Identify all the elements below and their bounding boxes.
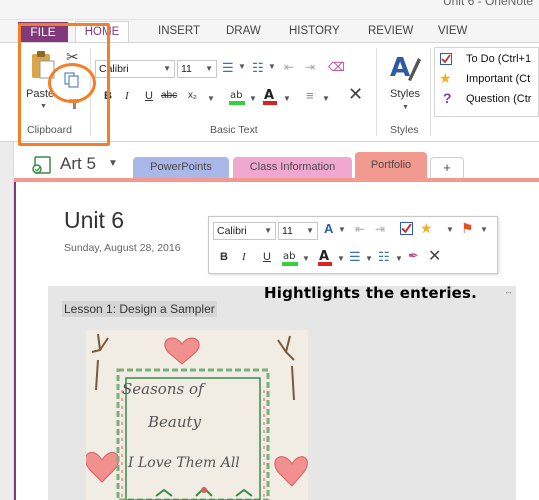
chevron-down-icon: ▼ (163, 64, 171, 73)
section-tab-class-information[interactable]: Class Information (233, 157, 352, 179)
delete-icon[interactable]: ✕ (348, 84, 363, 105)
notebook-icon[interactable] (31, 154, 53, 176)
tab-insert[interactable]: INSERT (158, 25, 200, 37)
star-icon: ★ (439, 70, 452, 86)
increase-indent-icon[interactable]: ⇥ (305, 60, 315, 74)
mini-font-name-box[interactable]: Calibri ▼ (213, 222, 276, 240)
mini-styles-icon[interactable]: A (324, 221, 333, 236)
tab-draw[interactable]: DRAW (226, 25, 261, 37)
notebook-name[interactable]: Art 5 (60, 154, 96, 174)
font-size-value: 11 (181, 63, 192, 75)
sampler-line-2: Beauty (148, 413, 202, 431)
window-title: Unit 6 - OneNote (442, 0, 533, 8)
mini-bullets-icon[interactable]: ☰ (349, 249, 361, 265)
chevron-down-icon[interactable]: ▼ (402, 104, 409, 111)
chevron-down-icon[interactable]: ▼ (207, 94, 215, 103)
section-tab-powerpoints[interactable]: PowerPoints (133, 157, 229, 179)
page-date: Sunday, August 28, 2016 (64, 242, 181, 254)
chevron-down-icon[interactable]: ▼ (446, 225, 454, 234)
decrease-indent-icon[interactable]: ⇤ (284, 60, 294, 74)
mini-bold-button[interactable]: B (220, 251, 228, 263)
svg-text:A: A (264, 88, 274, 103)
chevron-down-icon[interactable]: ▼ (108, 158, 118, 169)
font-color-icon[interactable]: A (261, 86, 279, 106)
chevron-down-icon[interactable]: ▼ (338, 225, 346, 234)
chevron-down-icon[interactable]: ▼ (365, 254, 373, 263)
mini-highlight-icon[interactable]: ab (280, 247, 300, 267)
mini-tag-star-icon[interactable]: ★ (420, 220, 433, 237)
lesson-heading[interactable]: Lesson 1: Design a Sampler (62, 301, 217, 317)
strikethrough-button[interactable]: abc (161, 90, 177, 101)
italic-button[interactable]: I (125, 90, 129, 102)
flag-icon[interactable]: ⚑ (461, 220, 474, 237)
mini-font-color-icon[interactable]: A (316, 247, 334, 267)
styles-icon[interactable]: A (388, 50, 422, 84)
chevron-down-icon[interactable]: ▼ (480, 225, 488, 234)
svg-text:ab: ab (283, 251, 295, 262)
checkbox-icon (440, 53, 452, 65)
mini-font-name-value: Calibri (217, 225, 247, 237)
mini-format-painter-icon[interactable]: ✒ (408, 248, 419, 264)
numbering-icon[interactable]: ☷ (252, 60, 264, 76)
tab-view[interactable]: VIEW (438, 25, 467, 37)
question-icon: ? (443, 90, 452, 106)
chevron-down-icon[interactable]: ▼ (302, 254, 310, 263)
chevron-down-icon[interactable]: ▼ (238, 62, 246, 71)
chevron-down-icon[interactable]: ▼ (283, 94, 291, 103)
highlight-callout-circle (48, 63, 96, 103)
chevron-down-icon[interactable]: ▼ (249, 94, 257, 103)
group-divider (376, 48, 377, 136)
highlight-icon[interactable]: ab (227, 86, 247, 106)
chevron-down-icon: ▼ (264, 226, 272, 235)
chevron-down-icon[interactable]: ▼ (395, 254, 403, 263)
mini-font-size-value: 11 (282, 225, 293, 237)
resize-handle-icon[interactable]: ↔ (504, 286, 513, 296)
mini-todo-tag-icon[interactable] (400, 222, 413, 235)
tag-to-do[interactable]: To Do (Ctrl+1 (466, 53, 531, 65)
mini-underline-button[interactable]: U (263, 251, 271, 263)
title-bar: Unit 6 - OneNote (0, 0, 539, 20)
sampler-line-1: Seasons of (122, 380, 204, 398)
page-title[interactable]: Unit 6 (64, 207, 124, 234)
svg-text:A: A (319, 249, 329, 264)
mini-italic-button[interactable]: I (242, 251, 246, 263)
add-section-button[interactable]: + (430, 157, 464, 179)
mini-delete-icon[interactable]: ✕ (428, 246, 441, 266)
navigation-strip (0, 142, 14, 500)
styles-group-label: Styles (390, 124, 419, 136)
chevron-down-icon[interactable]: ▼ (337, 254, 345, 263)
align-icon[interactable]: ≡ (306, 88, 314, 103)
mini-numbering-icon[interactable]: ☷ (378, 249, 390, 265)
tab-history[interactable]: HISTORY (289, 25, 340, 37)
bullets-icon[interactable]: ☰ (222, 60, 234, 76)
svg-text:ab: ab (230, 90, 242, 101)
chevron-down-icon[interactable]: ▼ (322, 94, 330, 103)
clear-formatting-icon[interactable]: ⌫ (328, 60, 345, 74)
basic-text-group-label: Basic Text (210, 124, 258, 136)
mini-decrease-indent-icon[interactable]: ⇤ (355, 222, 365, 236)
underline-button[interactable]: U (145, 90, 153, 102)
styles-button[interactable]: Styles (390, 88, 420, 100)
svg-text:A: A (390, 53, 410, 83)
tag-important[interactable]: Important (Ct (466, 73, 530, 85)
mini-increase-indent-icon[interactable]: ⇥ (375, 222, 385, 236)
tab-review[interactable]: REVIEW (368, 25, 413, 37)
chevron-down-icon[interactable]: ▼ (268, 62, 276, 71)
section-tab-portfolio[interactable]: Portfolio (355, 152, 427, 179)
sampler-line-3: I Love Them All (128, 455, 240, 471)
chevron-down-icon: ▼ (306, 226, 314, 235)
annotation-text: Hightlights the enteries. (264, 284, 478, 302)
font-size-box[interactable]: 11 ▼ (177, 60, 217, 78)
group-divider (430, 48, 431, 136)
chevron-down-icon: ▼ (205, 64, 213, 73)
subscript-button[interactable]: x₂ (188, 90, 197, 101)
tag-question[interactable]: Question (Ctr (466, 93, 531, 105)
mini-font-size-box[interactable]: 11 ▼ (278, 222, 318, 240)
